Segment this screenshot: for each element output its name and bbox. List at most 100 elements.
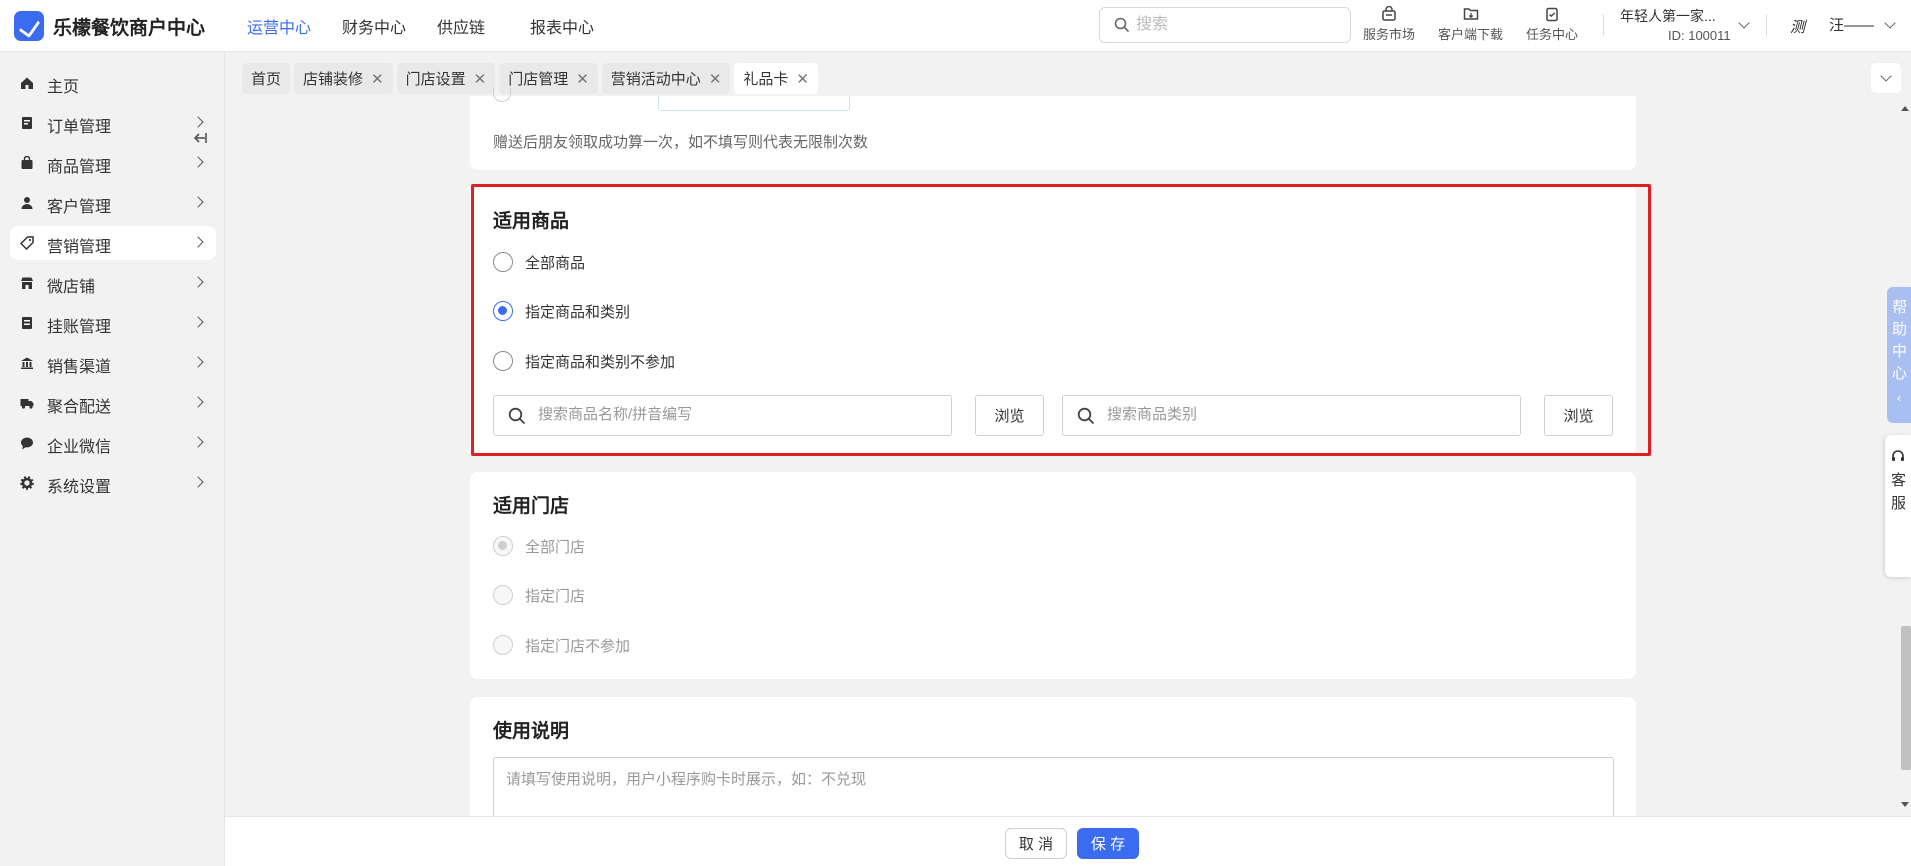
account-switcher[interactable]: 年轻人第一家... ID: 100011 [1620,6,1731,43]
order-icon [22,117,32,129]
help-center-label: 帮助中心 [1892,299,1908,382]
chevron-right-icon [192,436,204,448]
sidebar-item-label: 微店铺 [47,279,96,296]
avatar[interactable]: 测 [1790,16,1812,38]
tab-store-management[interactable]: 门店管理 ✕ [499,63,598,94]
tab-label: 首页 [251,71,282,88]
radio-label: 指定门店不参加 [525,638,631,655]
account-id: ID: 100011 [1668,28,1731,43]
client-download-button[interactable]: 客户端下载 [1438,6,1503,43]
sidebar-item-orders[interactable]: 订单管理 [10,106,216,140]
tab-shop-decoration[interactable]: 店铺装修 ✕ [294,63,393,94]
user-name[interactable]: 汪—— [1829,14,1874,35]
sidebar-item-sales-channels[interactable]: 销售渠道 [10,346,216,380]
brand-name: 乐檬餐饮商户中心 [53,18,206,39]
sidebar-item-goods[interactable]: 商品管理 [10,146,216,180]
tab-label: 门店设置 [405,71,466,88]
close-icon[interactable]: ✕ [371,70,384,88]
sidebar-item-label: 挂账管理 [47,319,112,336]
tab-store-settings[interactable]: 门店设置 ✕ [396,63,496,94]
top-nav-item-finance[interactable]: 财务中心 [342,14,406,38]
chat-icon [21,437,33,450]
scrollbar-thumb[interactable] [1901,626,1911,770]
tab-menu-button[interactable] [1871,63,1901,93]
sidebar-item-label: 客户管理 [47,199,112,216]
applicable-stores-card: 适用门店 全部门店 指定门店 指定门店不参加 [470,472,1636,679]
customer-service-label: 客服 [1891,472,1907,512]
store-bag-icon [1382,6,1396,21]
share-limit-input[interactable] [658,96,850,111]
task-clipboard-icon [1546,7,1558,22]
chevron-right-icon [192,236,204,248]
page-tabs: 首页 店铺装修 ✕ 门店设置 ✕ 门店管理 ✕ 营销活动中心 ✕ 礼品卡 ✕ [242,63,818,94]
sidebar-item-label: 商品管理 [47,159,112,176]
global-search[interactable] [1099,7,1351,43]
help-center-tab[interactable]: 帮助中心 ‹ [1887,287,1911,423]
sidebar-item-label: 聚合配送 [47,399,112,416]
chevron-left-icon: ‹ [1896,390,1902,405]
chevron-right-icon [192,476,204,488]
radio-label: 全部门店 [525,539,586,556]
shop-icon [21,277,33,289]
close-icon[interactable]: ✕ [474,70,487,88]
headset-icon [1892,450,1904,461]
chevron-down-icon [1880,70,1892,82]
save-button[interactable]: 保 存 [1077,828,1139,859]
header-divider [1603,14,1604,36]
top-nav-item-reports[interactable]: 报表中心 [530,14,594,38]
chevron-right-icon [192,276,204,288]
tab-home[interactable]: 首页 [242,63,291,94]
sidebar-item-label: 销售渠道 [47,359,112,376]
sidebar-item-delivery[interactable]: 聚合配送 [10,386,216,420]
highlight-box [471,184,1651,456]
customer-service-tab[interactable]: 客服 [1885,435,1911,577]
chevron-right-icon [192,316,204,328]
sidebar-item-label: 订单管理 [47,119,112,136]
sidebar-item-credit[interactable]: 挂账管理 [10,306,216,340]
scroll-up-arrow-icon[interactable] [1901,106,1909,111]
tab-label: 门店管理 [508,71,569,88]
radio-circle[interactable] [493,585,513,605]
sidebar-item-customers[interactable]: 客户管理 [10,186,216,220]
brand-logo-icon[interactable] [14,11,44,41]
sidebar-item-label: 营销管理 [47,239,112,256]
user-chevron-down-icon[interactable] [1884,17,1896,29]
tag-icon [20,236,34,250]
share-limit-card: 赠送后朋友领取成功算一次，如不填写则代表无限制次数 [470,88,1636,170]
account-chevron-down-icon[interactable] [1738,17,1750,29]
tab-label: 礼品卡 [743,71,789,88]
sidebar-item-marketing[interactable]: 营销管理 [10,226,216,260]
close-icon[interactable]: ✕ [796,70,809,88]
sidebar-item-home[interactable]: 主页 [10,66,216,100]
service-market-button[interactable]: 服务市场 [1363,6,1415,43]
radio-circle[interactable] [493,536,513,556]
cancel-button[interactable]: 取 消 [1005,828,1067,859]
sidebar-item-micro-shop[interactable]: 微店铺 [10,266,216,300]
radio-partial[interactable] [493,88,511,102]
top-bar: 乐檬餐饮商户中心 运营中心 财务中心 供应链 报表中心 服务市场 客户端下载 任… [0,0,1911,52]
tab-marketing-center[interactable]: 营销活动中心 ✕ [601,63,731,94]
sidebar: 主页 订单管理 商品管理 客户管理 营销管理 微店铺 挂账管理 销售渠道 聚合配… [0,52,225,866]
home-icon [21,77,33,89]
top-nav: 运营中心 财务中心 供应链 报表中心 [247,14,594,38]
sidebar-item-label: 主页 [47,79,80,96]
top-nav-item-supply-chain[interactable]: 供应链 [437,14,485,38]
sidebar-item-settings[interactable]: 系统设置 [10,466,216,500]
task-center-button[interactable]: 任务中心 [1526,6,1578,43]
sidebar-item-label: 系统设置 [47,479,112,496]
task-center-label: 任务中心 [1526,27,1579,42]
customer-icon [21,197,33,209]
header-divider [1766,14,1767,36]
close-icon[interactable]: ✕ [576,70,589,88]
tab-gift-card[interactable]: 礼品卡 ✕ [734,63,818,94]
tab-label: 店铺装修 [303,71,364,88]
form-footer: 取 消 保 存 [225,816,1911,866]
ledger-icon [22,317,32,329]
sidebar-item-wecom[interactable]: 企业微信 [10,426,216,460]
close-icon[interactable]: ✕ [709,70,722,88]
service-market-label: 服务市场 [1363,27,1416,42]
radio-circle[interactable] [493,635,513,655]
top-nav-item-operations[interactable]: 运营中心 [247,14,311,38]
scroll-down-arrow-icon[interactable] [1901,802,1909,807]
global-search-input[interactable] [1136,15,1336,35]
